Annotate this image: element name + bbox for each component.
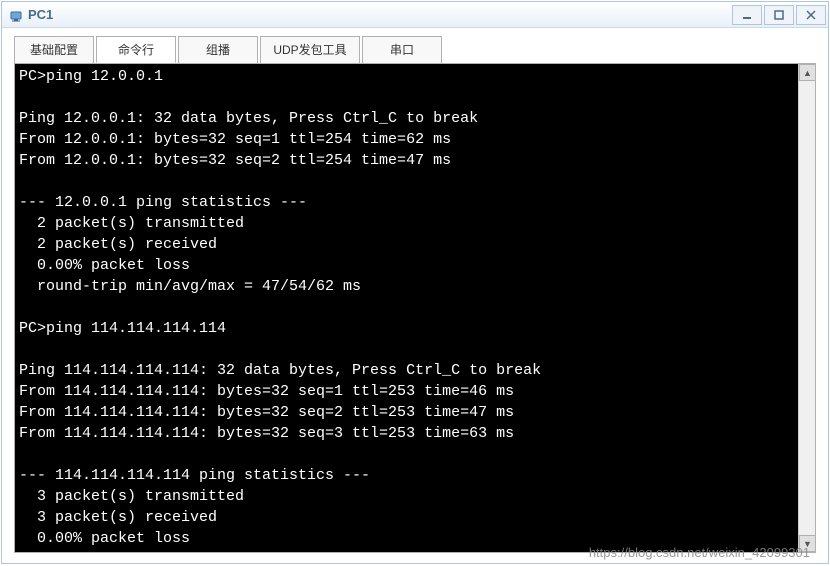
tab-basic-config[interactable]: 基础配置 xyxy=(14,36,94,63)
tabs-row: 基础配置 命令行 组播 UDP发包工具 串口 xyxy=(2,28,828,63)
close-button[interactable] xyxy=(796,5,826,25)
title-bar: PC1 xyxy=(2,2,828,28)
tab-command-line[interactable]: 命令行 xyxy=(96,36,176,63)
tab-udp-tool[interactable]: UDP发包工具 xyxy=(260,36,360,63)
window-controls xyxy=(730,5,826,25)
scroll-track[interactable] xyxy=(799,81,815,535)
scroll-down-arrow-icon[interactable]: ▼ xyxy=(799,535,816,552)
scroll-up-arrow-icon[interactable]: ▲ xyxy=(799,64,816,81)
terminal-container: PC>ping 12.0.0.1 Ping 12.0.0.1: 32 data … xyxy=(14,63,816,553)
maximize-button[interactable] xyxy=(764,5,794,25)
title-left: PC1 xyxy=(8,7,53,23)
tab-multicast[interactable]: 组播 xyxy=(178,36,258,63)
window-title: PC1 xyxy=(28,7,53,22)
minimize-button[interactable] xyxy=(732,5,762,25)
terminal-output[interactable]: PC>ping 12.0.0.1 Ping 12.0.0.1: 32 data … xyxy=(15,64,798,552)
scrollbar[interactable]: ▲ ▼ xyxy=(798,64,815,552)
tab-serial[interactable]: 串口 xyxy=(362,36,442,63)
app-icon xyxy=(8,7,24,23)
app-window: PC1 基础配置 命令行 组播 UDP发包工具 串口 PC>ping 12.0.… xyxy=(1,1,829,564)
